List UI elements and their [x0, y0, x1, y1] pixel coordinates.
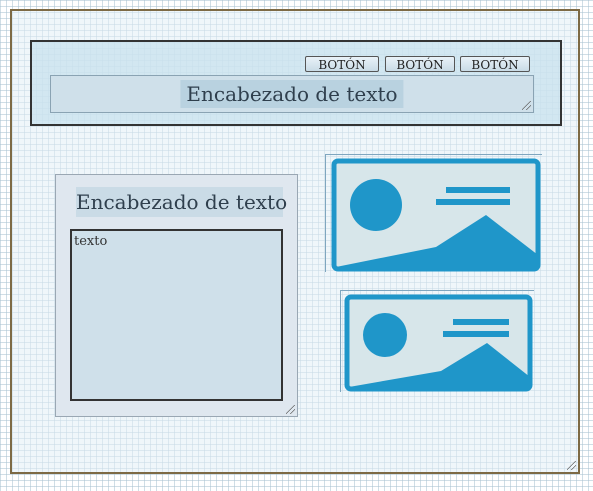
- image-placeholder-2: [340, 290, 534, 392]
- header-title: Encabezado de texto: [180, 80, 404, 108]
- frame-resize-grip[interactable]: [567, 461, 576, 470]
- image-placeholder-icon: [344, 294, 533, 392]
- header-button-3[interactable]: BOTÓN: [460, 56, 530, 72]
- header-button-2[interactable]: BOTÓN: [385, 56, 455, 72]
- header-container: BOTÓN BOTÓN BOTÓN Encabezado de texto: [30, 40, 562, 126]
- header-button-1[interactable]: BOTÓN: [305, 56, 379, 72]
- text-panel: Encabezado de texto texto: [55, 174, 298, 417]
- panel-resize-grip[interactable]: [286, 405, 295, 414]
- image-placeholder-1: [325, 154, 542, 272]
- panel-heading: Encabezado de texto: [76, 187, 287, 217]
- image-placeholder-icon: [331, 158, 541, 272]
- title-resize-grip[interactable]: [522, 101, 531, 110]
- panel-textarea[interactable]: texto: [70, 229, 283, 401]
- header-title-box[interactable]: Encabezado de texto: [50, 75, 534, 113]
